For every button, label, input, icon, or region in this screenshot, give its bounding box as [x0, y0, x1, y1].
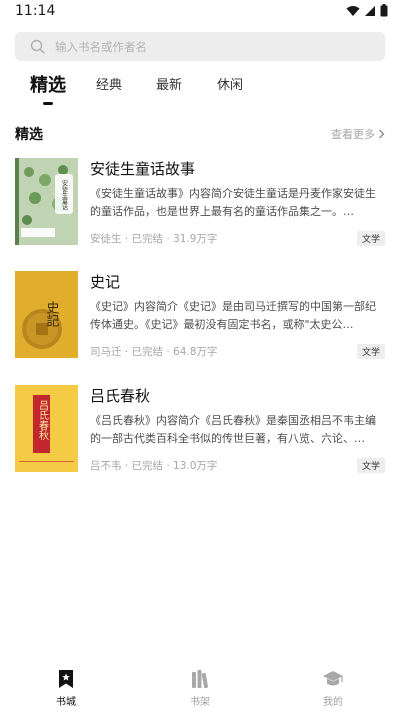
- book-category-tag: 文学: [356, 344, 385, 359]
- book-description: 《吕氏春秋》内容简介《吕氏春秋》是秦国丞相吕不韦主编的一部古代类百科全书似的传世…: [90, 414, 376, 445]
- graduation-cap-icon: [322, 668, 344, 689]
- nav-bookshelf[interactable]: 书架: [160, 660, 240, 708]
- book-meta: 安徒生 · 已完结 · 31.9万字: [90, 233, 218, 245]
- tab-featured[interactable]: 精选: [30, 71, 66, 97]
- nav-bookstore[interactable]: 书城: [26, 660, 106, 708]
- book-meta: 司马迁 · 已完结 · 64.8万字: [90, 346, 218, 358]
- book-category-tag: 文学: [356, 231, 385, 246]
- book-item[interactable]: 安徒生童话 安徒生童话故事 《安徒生童话故事》内容简介安徒生童话是丹麦作家安徒生…: [15, 158, 385, 248]
- book-item[interactable]: 吕氏春秋 吕氏春秋 《吕氏春秋》内容简介《吕氏春秋》是秦国丞相吕不韦主编的一部古…: [15, 385, 385, 475]
- nav-profile[interactable]: 我的: [293, 660, 373, 708]
- section-header: 精选 查看更多: [15, 124, 385, 144]
- book-title: 吕氏春秋: [90, 387, 151, 405]
- book-item[interactable]: 史記 史记 《史记》内容简介《史记》是由司马迁撰写的中国第一部纪传体通史。《史记…: [15, 271, 385, 361]
- book-title: 安徒生童话故事: [90, 160, 196, 178]
- cover-title-text: 吕氏春秋: [37, 400, 49, 441]
- signal-icon: [365, 5, 375, 16]
- book-cover: 史記: [15, 271, 78, 358]
- status-icons: [346, 4, 388, 17]
- book-cover: 安徒生童话: [15, 158, 78, 245]
- book-cover-art: 吕氏春秋: [15, 385, 78, 472]
- wifi-icon: [346, 5, 360, 16]
- cover-title-text: 安徒生童话: [61, 179, 68, 211]
- status-time: 11:14: [15, 3, 56, 19]
- battery-icon: [380, 4, 388, 17]
- search-icon: [30, 39, 45, 54]
- tab-newest[interactable]: 最新: [156, 74, 182, 93]
- book-description: 《史记》内容简介《史记》是由司马迁撰写的中国第一部纪传体通史。《史记》最初没有固…: [90, 300, 376, 331]
- book-meta: 吕不韦 · 已完结 · 13.0万字: [90, 460, 218, 472]
- book-title: 史记: [90, 273, 121, 291]
- book-description: 《安徒生童话故事》内容简介安徒生童话是丹麦作家安徒生的童话作品，也是世界上最有名…: [90, 187, 376, 218]
- see-more-label: 查看更多: [331, 128, 375, 141]
- tab-leisure[interactable]: 休闲: [217, 74, 243, 93]
- bottom-nav: 书城 书架 我的: [0, 660, 400, 712]
- book-cover-art: 史記: [15, 271, 78, 358]
- see-more-link[interactable]: 查看更多: [331, 126, 385, 142]
- status-bar: 11:14: [0, 0, 400, 24]
- bookmark-star-icon: [55, 668, 77, 689]
- search-placeholder: 输入书名或作者名: [55, 39, 147, 54]
- book-category-tag: 文学: [356, 458, 385, 473]
- tab-classic[interactable]: 经典: [96, 74, 122, 93]
- section-title: 精选: [15, 127, 43, 143]
- bookshelf-icon: [189, 668, 211, 689]
- chevron-right-icon: [379, 129, 385, 139]
- nav-label: 书架: [190, 697, 210, 708]
- nav-label: 书城: [56, 697, 76, 708]
- cover-title-text: 史記: [44, 301, 60, 327]
- book-cover-art: 安徒生童话: [15, 158, 78, 245]
- book-cover: 吕氏春秋: [15, 385, 78, 472]
- category-tabs: 精选 经典 最新 休闲: [0, 74, 400, 108]
- nav-label: 我的: [323, 697, 343, 708]
- search-input[interactable]: 输入书名或作者名: [15, 32, 385, 61]
- active-tab-indicator: [43, 102, 53, 105]
